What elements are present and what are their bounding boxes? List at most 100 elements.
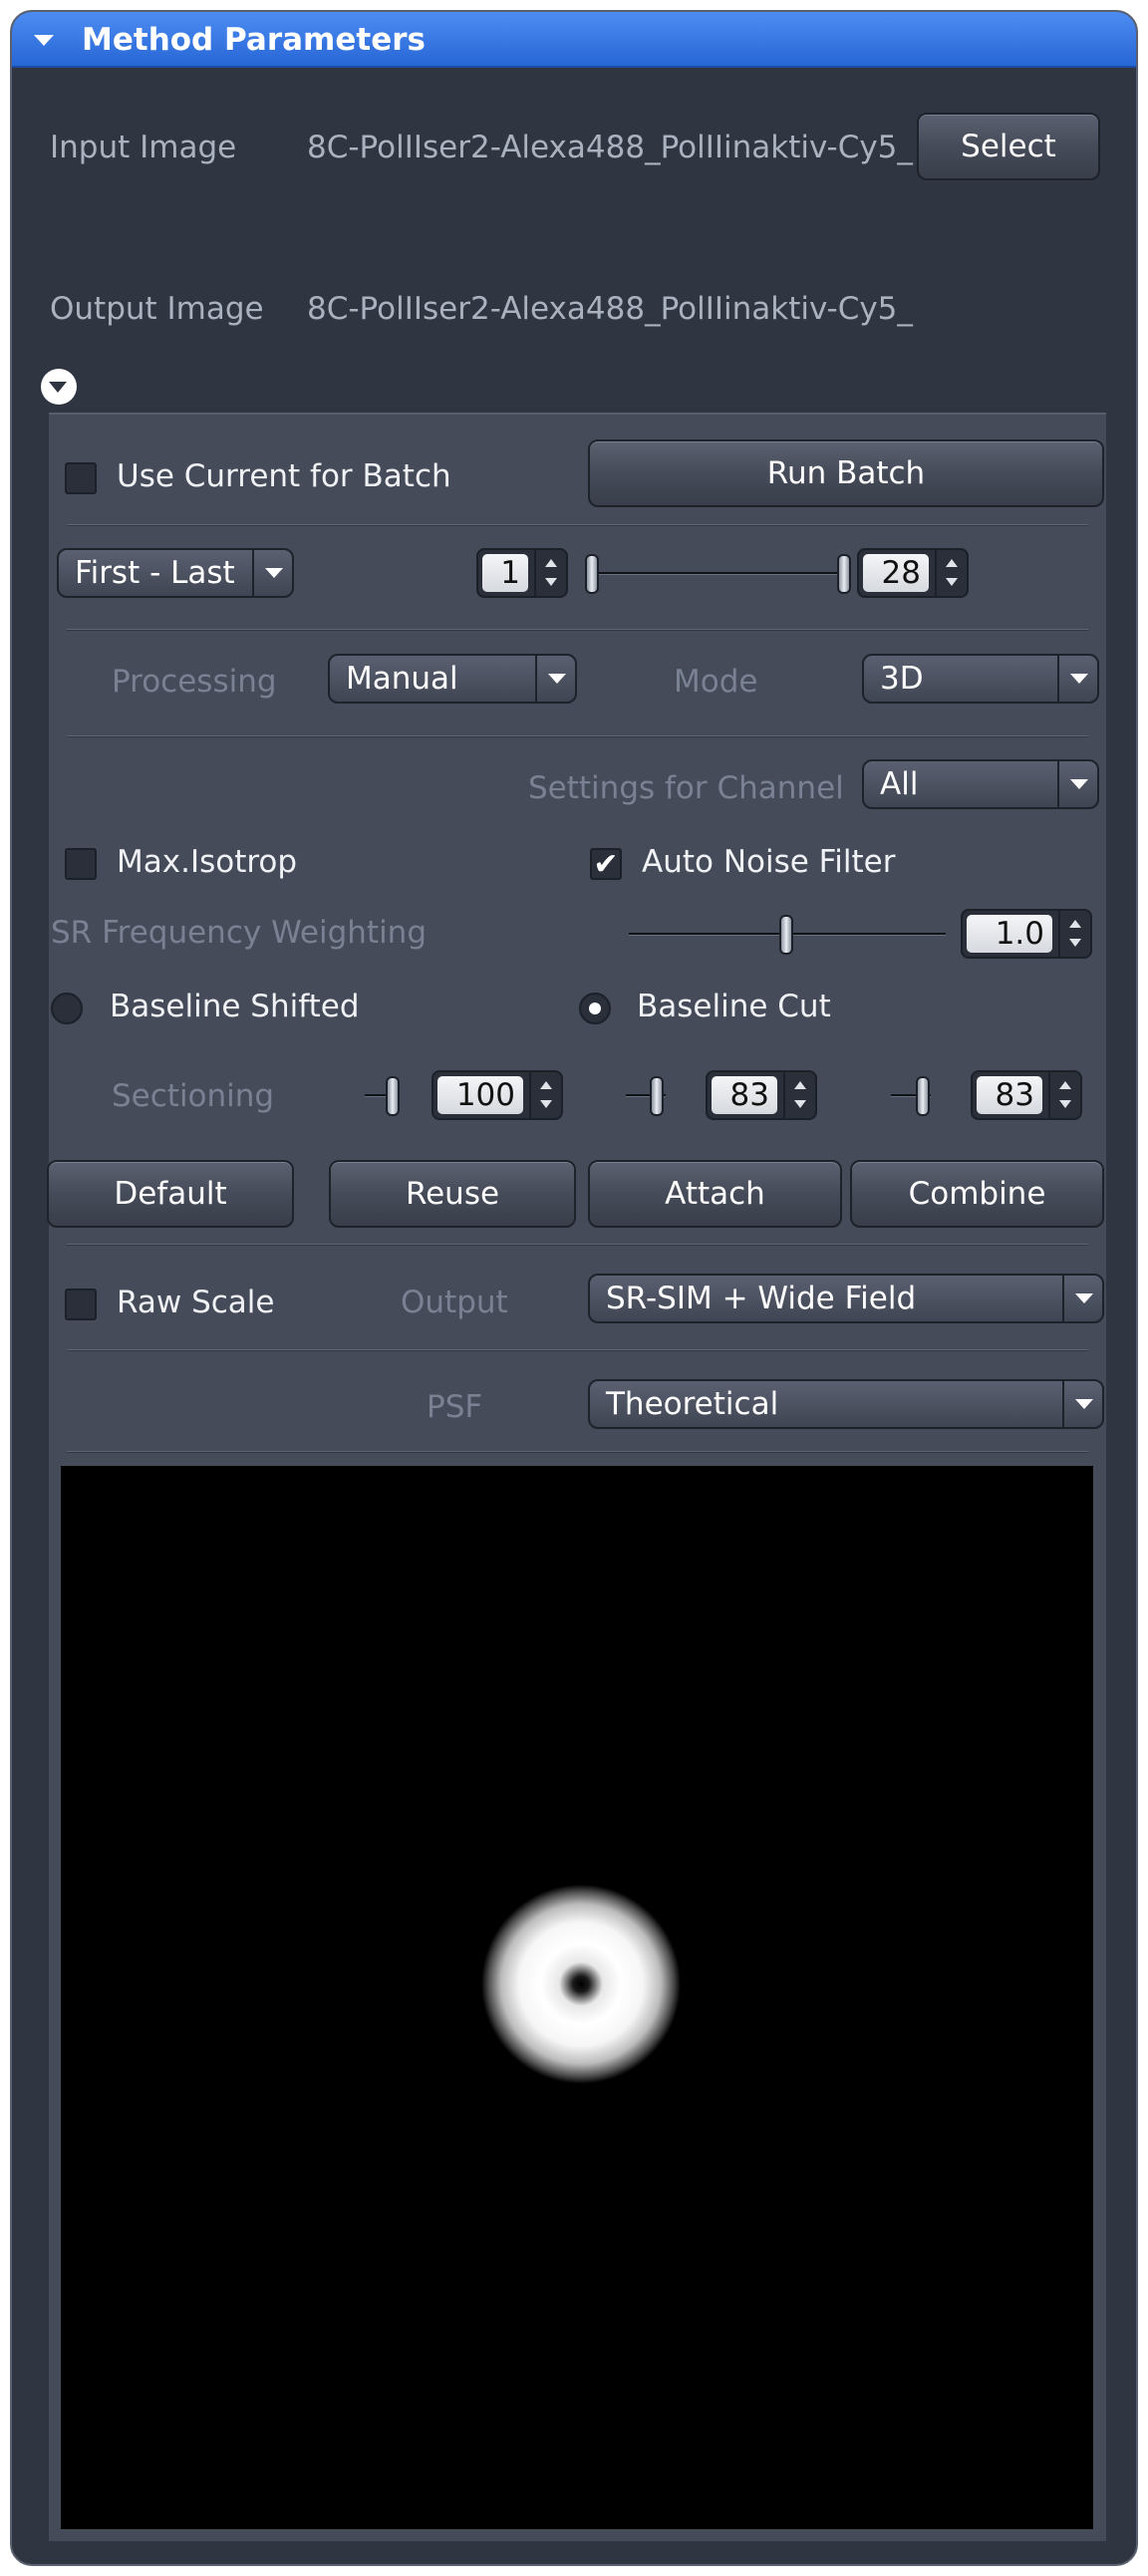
- sectioning-value-3[interactable]: 83: [977, 1076, 1042, 1114]
- output-select[interactable]: SR-SIM + Wide Field: [588, 1274, 1104, 1323]
- output-label: Output: [401, 1285, 508, 1320]
- separator: [67, 629, 1088, 631]
- input-image-label: Input Image: [50, 130, 237, 165]
- baseline-cut-radio[interactable]: [579, 993, 611, 1024]
- psf-select-value: Theoretical: [606, 1386, 779, 1422]
- mode-label: Mode: [674, 664, 758, 700]
- triangle-down-icon: [1070, 779, 1088, 789]
- range-slider-end-thumb[interactable]: [837, 554, 851, 594]
- triangle-up-icon[interactable]: [1059, 1081, 1071, 1089]
- sectioning-spinbox-2[interactable]: 83: [706, 1070, 817, 1120]
- sr-weighting-spinbox[interactable]: 1.0: [961, 909, 1092, 959]
- triangle-up-icon[interactable]: [946, 559, 958, 567]
- triangle-down-icon: [265, 568, 283, 578]
- triangle-down-icon: [548, 674, 566, 684]
- sr-weighting-value[interactable]: 1.0: [967, 915, 1052, 953]
- sectioning-label: Sectioning: [112, 1078, 275, 1114]
- separator: [67, 1244, 1088, 1246]
- sectioning-slider-1-thumb[interactable]: [386, 1076, 400, 1116]
- range-end-spinbox[interactable]: 28: [857, 548, 969, 598]
- method-parameters-panel: Method Parameters Input Image 8C-PolIIse…: [10, 10, 1138, 2566]
- triangle-down-icon[interactable]: [540, 1100, 552, 1108]
- baseline-cut-label: Baseline Cut: [637, 989, 831, 1024]
- panel-header[interactable]: Method Parameters: [12, 12, 1136, 68]
- triangle-down-icon[interactable]: [1059, 1100, 1071, 1108]
- range-select-arrow[interactable]: [252, 550, 292, 596]
- auto-noise-filter-checkbox[interactable]: ✔: [590, 848, 622, 880]
- mode-select-value: 3D: [880, 661, 924, 697]
- range-end-stepper[interactable]: [935, 550, 967, 596]
- triangle-up-icon[interactable]: [1069, 920, 1081, 928]
- triangle-down-icon: [1075, 1399, 1093, 1409]
- sectioning-slider-3-thumb[interactable]: [916, 1076, 930, 1116]
- select-button[interactable]: Select: [917, 113, 1100, 180]
- sectioning-slider-2-thumb[interactable]: [650, 1076, 664, 1116]
- separator: [67, 735, 1088, 737]
- range-slider-track[interactable]: [592, 572, 846, 575]
- triangle-down-icon: [1075, 1293, 1093, 1303]
- reuse-button[interactable]: Reuse: [329, 1160, 576, 1228]
- output-image-value: 8C-PolIIser2-Alexa488_PolIIinaktiv-Cy5_: [307, 291, 913, 327]
- use-current-for-batch-checkbox[interactable]: [65, 462, 97, 494]
- range-select[interactable]: First - Last: [57, 548, 294, 598]
- processing-select-value: Manual: [346, 661, 458, 697]
- checkmark-icon: ✔: [593, 847, 619, 882]
- sectioning-spinbox-1[interactable]: 100: [431, 1070, 563, 1120]
- run-batch-button[interactable]: Run Batch: [588, 439, 1104, 507]
- psf-select[interactable]: Theoretical: [588, 1379, 1104, 1429]
- separator: [67, 1451, 1088, 1453]
- combine-button[interactable]: Combine: [850, 1160, 1104, 1228]
- psf-select-arrow[interactable]: [1062, 1381, 1102, 1427]
- range-select-value: First - Last: [75, 555, 235, 591]
- chevron-down-icon: [49, 382, 67, 393]
- panel-title: Method Parameters: [82, 22, 426, 58]
- range-start-stepper[interactable]: [534, 550, 566, 596]
- triangle-up-icon[interactable]: [545, 559, 557, 567]
- default-button[interactable]: Default: [47, 1160, 294, 1228]
- output-image-label: Output Image: [50, 291, 264, 327]
- triangle-up-icon[interactable]: [540, 1081, 552, 1089]
- triangle-down-icon[interactable]: [545, 578, 557, 586]
- input-image-value: 8C-PolIIser2-Alexa488_PolIIinaktiv-Cy5_: [307, 130, 913, 165]
- processing-label: Processing: [112, 664, 277, 700]
- sr-weighting-slider-thumb[interactable]: [779, 915, 793, 955]
- range-end-value[interactable]: 28: [863, 554, 929, 592]
- attach-button[interactable]: Attach: [588, 1160, 842, 1228]
- sectioning-value-2[interactable]: 83: [712, 1076, 777, 1114]
- settings-for-channel-label: Settings for Channel: [528, 770, 844, 806]
- mode-select[interactable]: 3D: [862, 654, 1099, 704]
- triangle-down-icon[interactable]: [794, 1100, 806, 1108]
- sectioning-stepper-2[interactable]: [783, 1072, 815, 1118]
- range-start-spinbox[interactable]: 1: [476, 548, 568, 598]
- circle-chevron-down-icon[interactable]: [41, 369, 77, 405]
- mode-select-arrow[interactable]: [1057, 656, 1097, 702]
- triangle-down-icon[interactable]: [946, 578, 958, 586]
- baseline-shifted-radio[interactable]: [51, 993, 83, 1024]
- psf-label: PSF: [427, 1389, 483, 1425]
- sectioning-value-1[interactable]: 100: [437, 1076, 523, 1114]
- collapse-triangle-icon[interactable]: [34, 35, 54, 46]
- psf-donut-image: [481, 1884, 681, 2084]
- processing-select[interactable]: Manual: [328, 654, 577, 704]
- range-slider-start-thumb[interactable]: [585, 554, 599, 594]
- triangle-down-icon[interactable]: [1069, 939, 1081, 947]
- sectioning-stepper-3[interactable]: [1048, 1072, 1080, 1118]
- batch-settings-panel: Use Current for Batch Run Batch First - …: [47, 413, 1106, 2541]
- separator: [67, 1349, 1088, 1351]
- channel-select-arrow[interactable]: [1057, 761, 1097, 807]
- sectioning-stepper-1[interactable]: [529, 1072, 561, 1118]
- processing-select-arrow[interactable]: [535, 656, 575, 702]
- output-select-value: SR-SIM + Wide Field: [606, 1281, 917, 1316]
- raw-scale-checkbox[interactable]: [65, 1288, 97, 1320]
- raw-scale-label: Raw Scale: [117, 1285, 275, 1320]
- sectioning-spinbox-3[interactable]: 83: [971, 1070, 1082, 1120]
- channel-select[interactable]: All: [862, 759, 1099, 809]
- max-isotrop-checkbox[interactable]: [65, 848, 97, 880]
- range-start-value[interactable]: 1: [482, 554, 528, 592]
- channel-select-value: All: [880, 766, 919, 802]
- separator: [67, 524, 1088, 526]
- output-select-arrow[interactable]: [1062, 1276, 1102, 1321]
- sr-weighting-stepper[interactable]: [1058, 911, 1090, 957]
- use-current-for-batch-label: Use Current for Batch: [117, 458, 451, 494]
- triangle-up-icon[interactable]: [794, 1081, 806, 1089]
